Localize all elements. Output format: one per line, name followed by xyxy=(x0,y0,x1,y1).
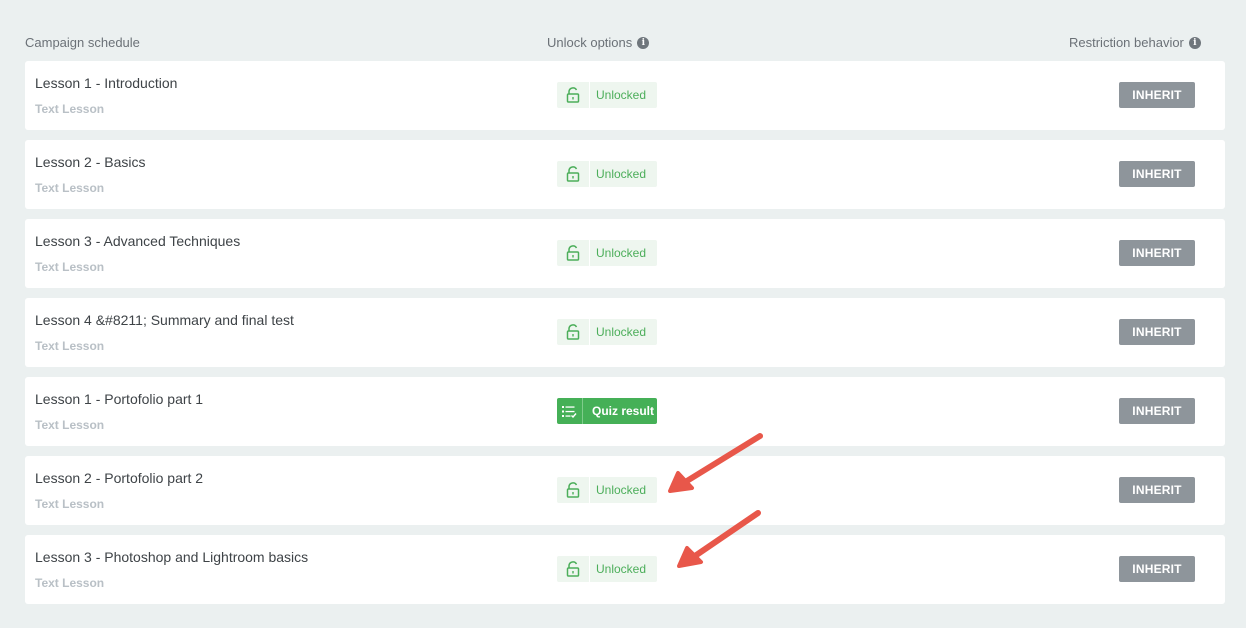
inherit-button[interactable]: INHERIT xyxy=(1119,240,1195,266)
lesson-type: Text Lesson xyxy=(35,102,105,116)
unlock-icon xyxy=(557,161,590,187)
lesson-type: Text Lesson xyxy=(35,497,105,511)
lesson-row: Lesson 2 - Portofolio part 2 Text Lesson… xyxy=(25,456,1225,525)
info-icon[interactable]: i xyxy=(637,36,650,49)
annotation-arrow-icon xyxy=(677,510,761,568)
unlock-status-badge[interactable]: Unlocked xyxy=(557,82,657,108)
lesson-title: Lesson 1 - Introduction xyxy=(35,75,178,91)
restriction-behavior-label: Restriction behavior xyxy=(1069,35,1184,50)
unlock-status-label: Unlocked xyxy=(596,88,647,102)
lesson-row: Lesson 3 - Photoshop and Lightroom basic… xyxy=(25,535,1225,604)
lesson-type: Text Lesson xyxy=(35,339,105,353)
lesson-list: Lesson 1 - Introduction Text Lesson Unlo… xyxy=(25,61,1225,614)
lesson-title: Lesson 3 - Photoshop and Lightroom basic… xyxy=(35,549,309,565)
unlock-icon xyxy=(557,556,590,582)
info-icon[interactable]: i xyxy=(1188,36,1201,49)
unlock-status-badge[interactable]: Unlocked xyxy=(557,161,657,187)
inherit-button[interactable]: INHERIT xyxy=(1119,319,1195,345)
lesson-type: Text Lesson xyxy=(35,576,105,590)
lesson-title: Lesson 4 &#8211; Summary and final test xyxy=(35,312,294,328)
inherit-button[interactable]: INHERIT xyxy=(1119,556,1195,582)
unlock-status-label: Unlocked xyxy=(596,246,647,260)
unlock-status-badge[interactable]: Unlocked xyxy=(557,319,657,345)
lesson-title: Lesson 1 - Portofolio part 1 xyxy=(35,391,204,407)
quiz-list-icon xyxy=(557,398,583,424)
annotation-arrow-icon xyxy=(668,433,763,493)
lesson-row: Lesson 1 - Introduction Text Lesson Unlo… xyxy=(25,61,1225,130)
unlock-icon xyxy=(557,82,590,108)
quiz-result-badge[interactable]: Quiz result xyxy=(557,398,657,424)
campaign-schedule-header: Campaign schedule xyxy=(25,35,140,50)
unlock-status-badge[interactable]: Unlocked xyxy=(557,556,657,582)
unlock-icon xyxy=(557,319,590,345)
unlock-status-label: Unlocked xyxy=(596,562,647,576)
unlock-options-label: Unlock options xyxy=(547,35,633,50)
quiz-result-label: Quiz result xyxy=(592,404,655,418)
lesson-row: Lesson 4 &#8211; Summary and final test … xyxy=(25,298,1225,367)
unlock-options-header: Unlock options i xyxy=(547,35,650,50)
lesson-row: Lesson 1 - Portofolio part 1 Text Lesson… xyxy=(25,377,1225,446)
lesson-title: Lesson 2 - Portofolio part 2 xyxy=(35,470,204,486)
lesson-row: Lesson 2 - Basics Text Lesson Unlocked I… xyxy=(25,140,1225,209)
lesson-row: Lesson 3 - Advanced Techniques Text Less… xyxy=(25,219,1225,288)
restriction-behavior-header: Restriction behavior i xyxy=(1069,35,1201,50)
table-header: Campaign schedule Unlock options i Restr… xyxy=(0,34,1246,52)
unlock-icon xyxy=(557,240,590,266)
inherit-button[interactable]: INHERIT xyxy=(1119,398,1195,424)
unlock-icon xyxy=(557,477,590,503)
inherit-button[interactable]: INHERIT xyxy=(1119,477,1195,503)
unlock-status-label: Unlocked xyxy=(596,167,647,181)
lesson-title: Lesson 3 - Advanced Techniques xyxy=(35,233,241,249)
unlock-status-label: Unlocked xyxy=(596,325,647,339)
lesson-type: Text Lesson xyxy=(35,260,105,274)
unlock-status-label: Unlocked xyxy=(596,483,647,497)
inherit-button[interactable]: INHERIT xyxy=(1119,161,1195,187)
lesson-type: Text Lesson xyxy=(35,181,105,195)
lesson-type: Text Lesson xyxy=(35,418,105,432)
unlock-status-badge[interactable]: Unlocked xyxy=(557,477,657,503)
inherit-button[interactable]: INHERIT xyxy=(1119,82,1195,108)
lesson-title: Lesson 2 - Basics xyxy=(35,154,146,170)
unlock-status-badge[interactable]: Unlocked xyxy=(557,240,657,266)
